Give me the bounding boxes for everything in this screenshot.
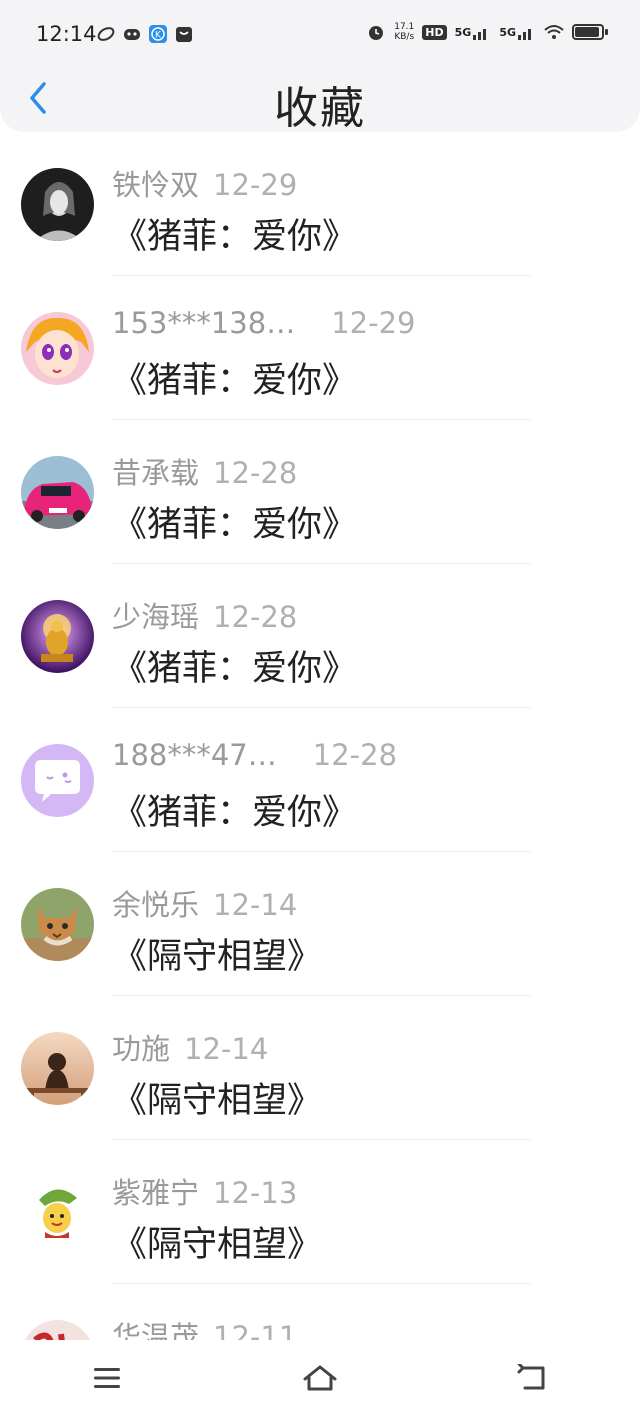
system-nav-bar	[0, 1340, 640, 1415]
battery-icon	[572, 24, 608, 40]
signal-1-icon	[473, 29, 487, 40]
signal-2-icon	[518, 29, 531, 40]
menu-button[interactable]	[77, 1353, 137, 1403]
avatar	[21, 888, 94, 961]
back-nav-button[interactable]	[503, 1353, 563, 1403]
date: 12-28	[213, 600, 298, 634]
user-name: 功施	[112, 1032, 171, 1066]
list-item[interactable]: 昔承载 12-28 《猪菲：爱你》	[0, 420, 640, 564]
date: 12-29	[213, 168, 298, 202]
date: 12-28	[312, 738, 398, 772]
app-k-icon: K	[149, 25, 167, 43]
list-item[interactable]: 153***138… 12-29 《猪菲：爱你》	[0, 276, 640, 420]
app-bag-icon	[176, 27, 192, 42]
user-name: 铁怜双	[112, 168, 200, 202]
user-name: 华温茂	[112, 1320, 200, 1340]
menu-icon	[93, 1367, 120, 1388]
date: 12-14	[213, 888, 298, 922]
list-item[interactable]: 少海瑶 12-28 《猪菲：爱你》	[0, 564, 640, 708]
avatar	[21, 312, 94, 385]
alarm-icon	[369, 26, 384, 40]
status-time: 12:14	[36, 22, 97, 46]
item-title: 《猪菲：爱你》	[112, 793, 358, 833]
home-icon	[303, 1365, 337, 1390]
date: 12-13	[213, 1176, 298, 1210]
item-title: 《隔守相望》	[112, 1081, 323, 1121]
user-name: 少海瑶	[112, 600, 200, 634]
item-title: 《隔守相望》	[112, 1225, 323, 1265]
list-item[interactable]: 功施 12-14 《隔守相望》	[0, 996, 640, 1140]
notification-icons: K	[96, 24, 194, 44]
signal-2-label: 5G	[499, 25, 516, 39]
hd-label: HD	[422, 24, 447, 40]
app-mask-icon	[124, 29, 140, 40]
date: 12-11	[213, 1320, 298, 1340]
avatar	[21, 1320, 94, 1340]
status-bar: 12:14 K 17.1 KB/s HD 5G 5G	[0, 0, 640, 70]
item-title: 《猪菲：爱你》	[112, 505, 358, 545]
avatar	[21, 600, 94, 673]
avatar	[21, 1176, 94, 1249]
avatar	[21, 168, 94, 241]
signal-1-label: 5G	[454, 25, 472, 39]
list-item[interactable]: 余悦乐 12-14 《隔守相望》	[0, 852, 640, 996]
page-title: 收藏	[274, 83, 366, 134]
home-button[interactable]	[290, 1353, 350, 1403]
list-item[interactable]: 188***47… 12-28 《猪菲：爱你》	[0, 708, 640, 852]
avatar	[21, 456, 94, 529]
wifi-icon	[544, 25, 564, 39]
avatar	[21, 1032, 94, 1105]
net-speed: 17.1 KB/s	[394, 22, 414, 42]
user-name: 紫雅宁	[112, 1176, 200, 1210]
back-nav-icon	[517, 1363, 545, 1389]
net-speed-value: 17.1	[394, 22, 415, 32]
date: 12-28	[213, 456, 298, 490]
item-title: 《猪菲：爱你》	[112, 361, 358, 401]
date: 12-29	[331, 306, 416, 340]
app-leaf-icon	[97, 27, 115, 41]
list-item[interactable]: 紫雅宁 12-13 《隔守相望》	[0, 1140, 640, 1284]
user-name: 188***47…	[112, 738, 277, 772]
item-title: 《猪菲：爱你》	[112, 649, 358, 689]
status-right: 17.1 KB/s HD 5G 5G	[366, 22, 608, 42]
date: 12-14	[184, 1032, 269, 1066]
net-speed-unit: KB/s	[394, 32, 415, 42]
list-item[interactable]: 铁怜双 12-29 《猪菲：爱你》	[0, 132, 640, 276]
favorites-list: 铁怜双 12-29 《猪菲：爱你》 153***138… 12-29 《猪菲：爱你》…	[0, 132, 640, 1340]
avatar	[21, 744, 94, 817]
user-name: 153***138…	[112, 306, 296, 340]
user-name: 余悦乐	[112, 888, 200, 922]
user-name: 昔承载	[112, 456, 200, 490]
list-item[interactable]: 华温茂 12-11	[0, 1284, 640, 1340]
header: 收藏	[0, 62, 640, 134]
item-title: 《猪菲：爱你》	[112, 217, 358, 257]
item-title: 《隔守相望》	[112, 937, 323, 977]
